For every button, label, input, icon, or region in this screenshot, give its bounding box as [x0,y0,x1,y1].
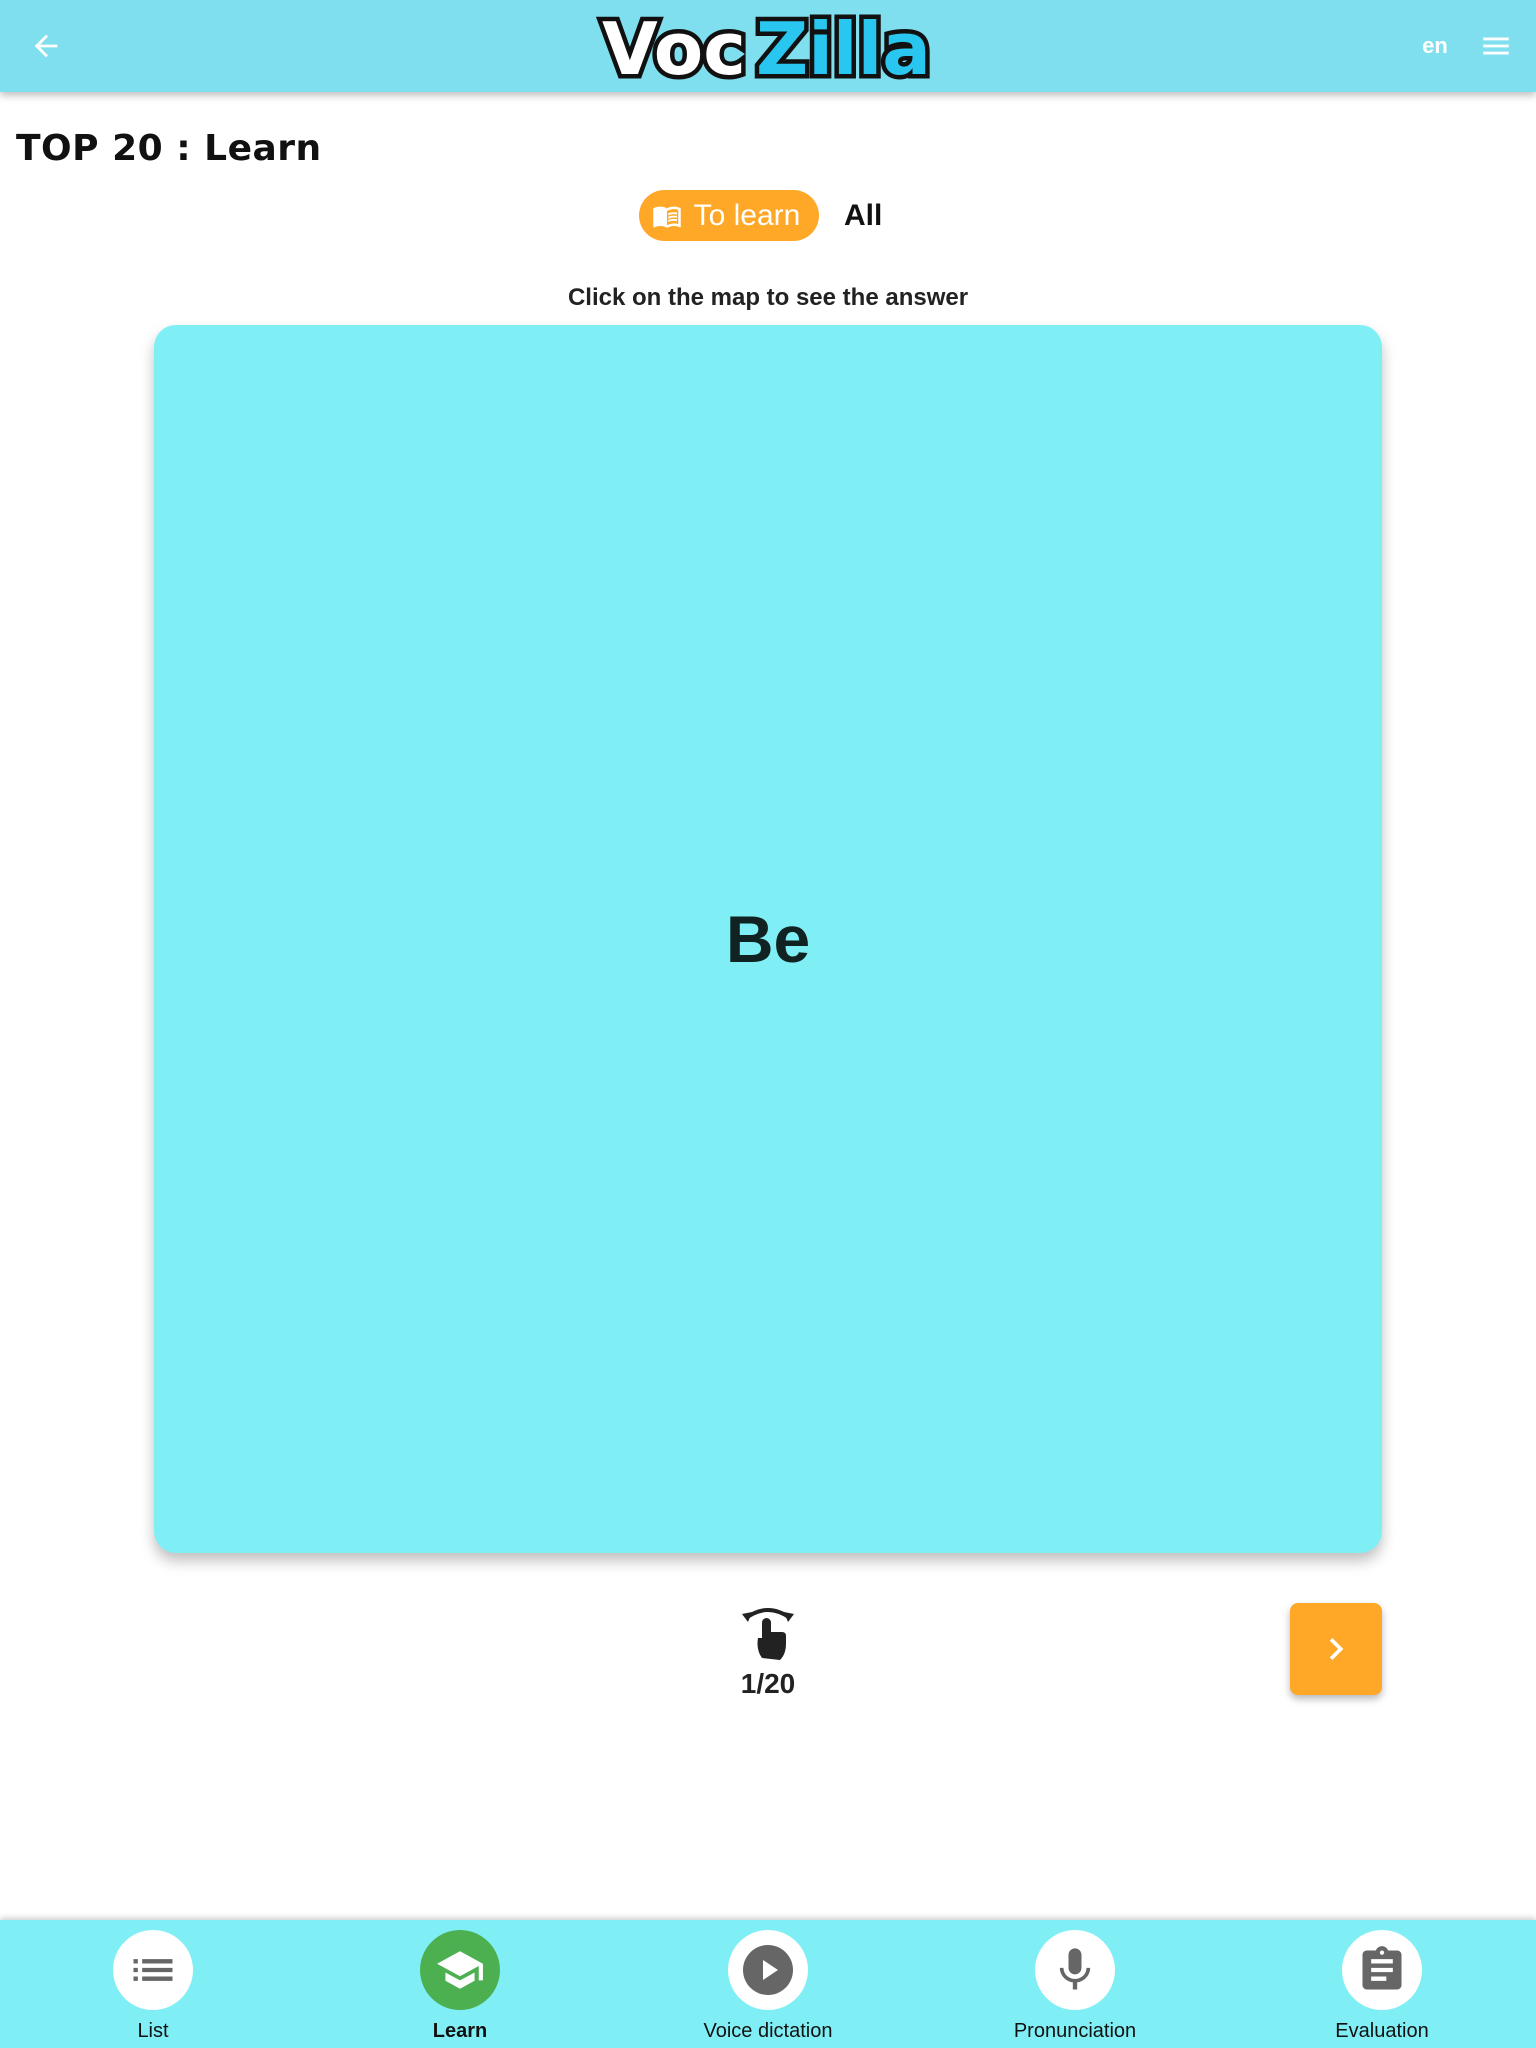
nav-list-circle [113,1930,193,2010]
list-icon [133,1959,173,1981]
language-selector[interactable]: en [1410,30,1460,62]
nav-label-list: List [137,2020,169,2042]
nav-label-learn: Learn [432,2020,488,2042]
progress-counter: 1/20 [740,1668,796,1699]
flash-card[interactable]: Be [154,325,1382,1553]
bottom-navigation: List Learn Voice dictation Pronunciation [0,1920,1536,2048]
nav-evaluation-circle [1342,1930,1422,2010]
nav-item-list[interactable]: List [28,1920,278,2048]
nav-label-pronunciation: Pronunciation [1013,2020,1137,2042]
microphone-icon [1059,1948,1091,1990]
swipe-gesture-icon [742,1608,794,1660]
nav-item-learn[interactable]: Learn [335,1920,585,2048]
nav-item-evaluation[interactable]: Evaluation [1257,1920,1507,2048]
logo-text-voc: Voc [602,7,746,91]
back-button[interactable] [24,24,68,68]
play-icon [743,1945,793,1995]
nav-item-voice-dictation[interactable]: Voice dictation [643,1920,893,2048]
page-title: TOP 20 : Learn [16,128,322,169]
menu-button[interactable] [1476,26,1516,66]
card-word: Be [725,902,811,976]
chevron-right-icon [1329,1638,1344,1660]
nav-label-evaluation: Evaluation [1335,2020,1429,2042]
hamburger-menu-icon [1483,37,1509,55]
nav-label-voice-dictation: Voice dictation [703,2020,833,2042]
graduation-cap-icon [437,1951,483,1989]
clipboard-icon [1362,1946,1402,1990]
nav-item-pronunciation[interactable]: Pronunciation [950,1920,1200,2048]
next-card-button[interactable] [1290,1603,1382,1695]
arrow-left-icon [34,34,58,58]
nav-learn-circle [420,1930,500,2010]
card-hint: Click on the map to see the answer [567,284,969,311]
filter-all-button[interactable]: All [836,194,890,238]
app-logo: Voc Zilla [598,3,938,96]
filter-to-learn-button[interactable]: To learn [639,190,819,241]
logo-text-zilla: Zilla [756,7,931,91]
nav-pronunciation-circle [1035,1930,1115,2010]
filter-to-learn-label: To learn [693,198,801,232]
nav-voice-circle [728,1930,808,2010]
book-icon [652,206,681,228]
app-header: Voc Zilla en [0,0,1536,96]
